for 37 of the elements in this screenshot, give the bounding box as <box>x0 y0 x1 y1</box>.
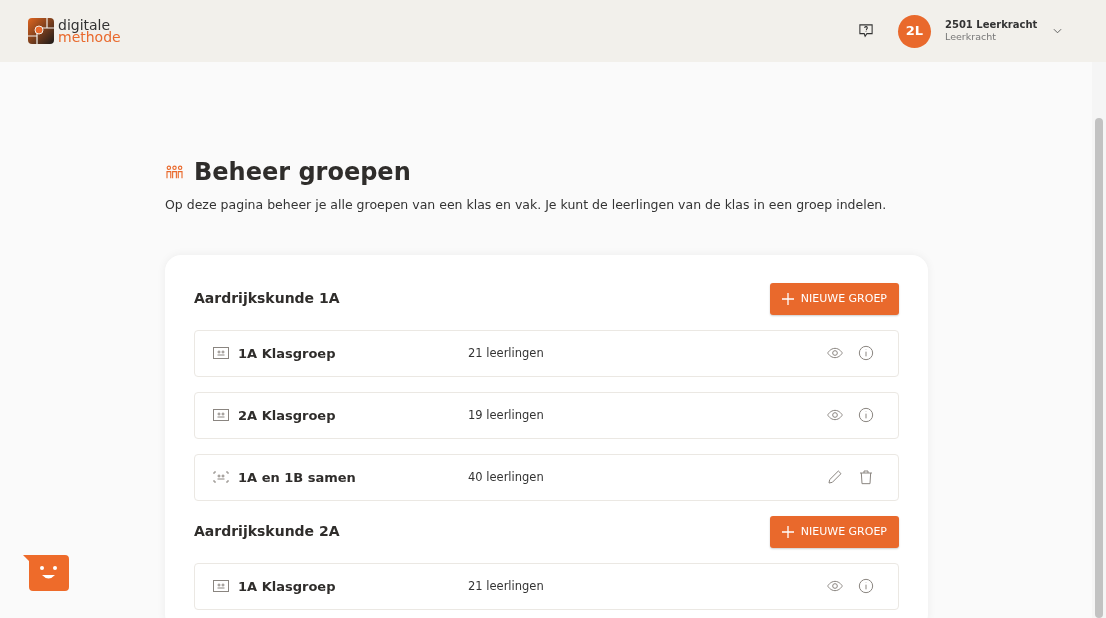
logo-icon <box>28 18 54 44</box>
logo-text: methode <box>58 31 121 43</box>
student-count: 21 leerlingen <box>468 344 544 362</box>
plus-icon <box>781 525 794 538</box>
logo-text: digitale <box>58 19 111 31</box>
student-count: 19 leerlingen <box>468 406 544 424</box>
group-name: 1A Klasgroep <box>238 577 337 596</box>
chevron-down-icon[interactable] <box>1053 28 1062 34</box>
info-button[interactable] <box>858 407 874 424</box>
info-button[interactable] <box>858 345 874 362</box>
group-name: 1A Klasgroep <box>238 344 337 363</box>
group-name: 1A en 1B samen <box>238 468 357 487</box>
plus-icon <box>781 292 794 305</box>
group-row[interactable]: 1A Klasgroep 21 leerlingen <box>194 562 899 610</box>
section-title: Aardrijkskunde 1A <box>194 289 340 309</box>
group-name: 2A Klasgroep <box>238 406 337 425</box>
scrollbar-thumb[interactable] <box>1095 118 1103 618</box>
class-icon <box>213 409 229 422</box>
people-icon <box>165 164 184 180</box>
student-count: 40 leerlingen <box>468 468 544 486</box>
page-title: Beheer groepen <box>194 157 411 188</box>
group-row[interactable]: 2A Klasgroep 19 leerlingen <box>194 391 899 439</box>
user-name: 2501 Leerkracht <box>945 19 1039 31</box>
group-row[interactable]: 1A en 1B samen 40 leerlingen <box>194 453 899 501</box>
user-role: Leerkracht <box>945 31 997 43</box>
chat-mascot-icon[interactable] <box>23 555 69 591</box>
help-icon[interactable] <box>859 24 873 38</box>
group-row[interactable]: 1A Klasgroep 21 leerlingen <box>194 329 899 377</box>
group-icon <box>213 471 229 484</box>
section-title: Aardrijkskunde 2A <box>194 522 340 542</box>
class-icon <box>213 580 229 593</box>
page-description: Op deze pagina beheer je alle groepen van een klas en vak. Je kunt de leerlingen van de klas in een groep indelen. <box>165 196 888 214</box>
student-count: 21 leerlingen <box>468 577 544 595</box>
edit-button[interactable] <box>827 469 843 486</box>
class-icon <box>213 347 229 360</box>
info-button[interactable] <box>858 578 874 595</box>
delete-button[interactable] <box>858 469 874 486</box>
